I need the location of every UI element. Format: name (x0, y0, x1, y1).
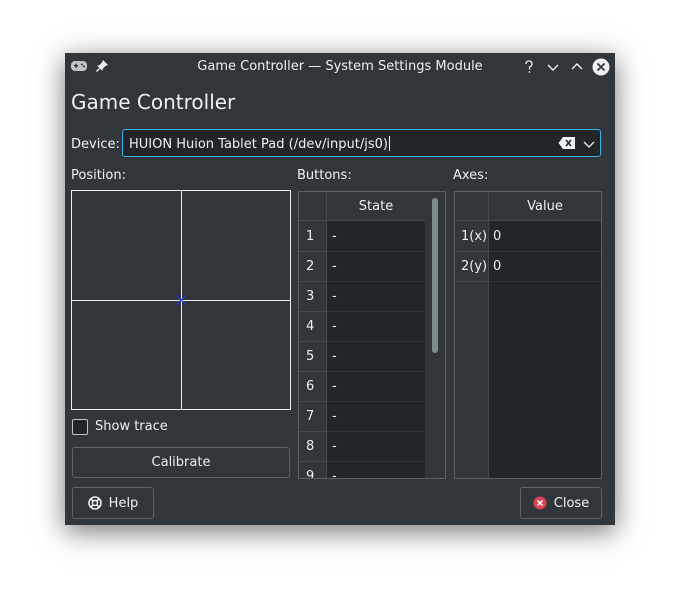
chevron-down-icon[interactable] (544, 58, 562, 76)
buttons-table[interactable]: State 1 - 2 - 3 - 4 - 5 - 6 - 7 - 8 - 9 … (298, 191, 446, 479)
row-number: 4 (299, 312, 327, 342)
row-number: 5 (299, 342, 327, 372)
table-row[interactable]: 6 - (299, 372, 424, 402)
row-number: 3 (299, 282, 327, 312)
question-icon[interactable] (520, 58, 538, 76)
state-cell[interactable]: - (327, 372, 424, 402)
scrollbar-thumb[interactable] (432, 198, 438, 353)
state-cell[interactable]: - (327, 402, 424, 432)
page-title: Game Controller (71, 90, 236, 114)
buttons-label: Buttons: (297, 168, 352, 183)
axis-name: 2(y) (455, 252, 489, 282)
axes-table[interactable]: Value 1(x) 0 2(y) 0 (454, 191, 602, 479)
axis-value-cell[interactable]: 0 (489, 252, 601, 282)
device-label: Device: (71, 137, 120, 152)
buttons-state-column-header[interactable]: State (327, 192, 425, 221)
row-number: 9 (299, 462, 327, 478)
position-display (71, 190, 291, 410)
game-controller-window: Game Controller — System Settings Module… (65, 53, 615, 525)
state-cell[interactable]: - (327, 432, 424, 462)
row-number: 8 (299, 432, 327, 462)
buttons-scrollbar[interactable] (425, 192, 445, 478)
table-row[interactable]: 3 - (299, 282, 424, 312)
position-cross-marker (175, 294, 187, 306)
state-cell[interactable]: - (327, 462, 424, 478)
show-trace-label[interactable]: Show trace (95, 419, 168, 434)
help-button[interactable]: Help (72, 487, 154, 519)
title-bar[interactable]: Game Controller — System Settings Module (65, 53, 615, 81)
close-icon[interactable] (592, 58, 610, 76)
calibrate-button[interactable]: Calibrate (72, 447, 290, 478)
table-row[interactable]: 1 - (299, 222, 424, 252)
axes-label: Axes: (453, 168, 489, 183)
axes-corner-header (455, 192, 489, 221)
table-row[interactable]: 1(x) 0 (455, 222, 601, 252)
table-row[interactable]: 4 - (299, 312, 424, 342)
table-row[interactable]: 2(y) 0 (455, 252, 601, 282)
show-trace-checkbox[interactable] (72, 419, 88, 435)
table-row[interactable]: 2 - (299, 252, 424, 282)
help-label: Help (108, 495, 139, 511)
state-cell[interactable]: - (327, 312, 424, 342)
close-label: Close (553, 495, 590, 511)
lifebuoy-icon (87, 496, 102, 510)
table-row[interactable]: 7 - (299, 402, 424, 432)
table-row[interactable]: 9 - (299, 462, 424, 478)
close-circle-icon (533, 496, 547, 510)
chevron-up-icon[interactable] (568, 58, 586, 76)
row-number: 7 (299, 402, 327, 432)
row-number: 2 (299, 252, 327, 282)
table-row[interactable]: 5 - (299, 342, 424, 372)
row-number: 1 (299, 222, 327, 252)
table-row[interactable]: 8 - (299, 432, 424, 462)
row-number: 6 (299, 372, 327, 402)
chevron-down-icon[interactable] (582, 137, 596, 151)
axis-value-cell[interactable]: 0 (489, 222, 601, 252)
state-cell[interactable]: - (327, 252, 424, 282)
state-cell[interactable]: - (327, 222, 424, 252)
state-cell[interactable]: - (327, 342, 424, 372)
device-value[interactable]: HUION Huion Tablet Pad (/dev/input/js0) (129, 136, 390, 152)
close-button[interactable]: Close (520, 487, 602, 519)
device-combobox[interactable]: HUION Huion Tablet Pad (/dev/input/js0) (122, 129, 601, 157)
calibrate-label: Calibrate (151, 455, 211, 470)
clear-text-icon[interactable] (558, 136, 576, 150)
axes-value-column-header[interactable]: Value (489, 192, 601, 221)
position-label: Position: (71, 168, 126, 183)
buttons-corner-header (299, 192, 327, 221)
axis-name: 1(x) (455, 222, 489, 252)
state-cell[interactable]: - (327, 282, 424, 312)
